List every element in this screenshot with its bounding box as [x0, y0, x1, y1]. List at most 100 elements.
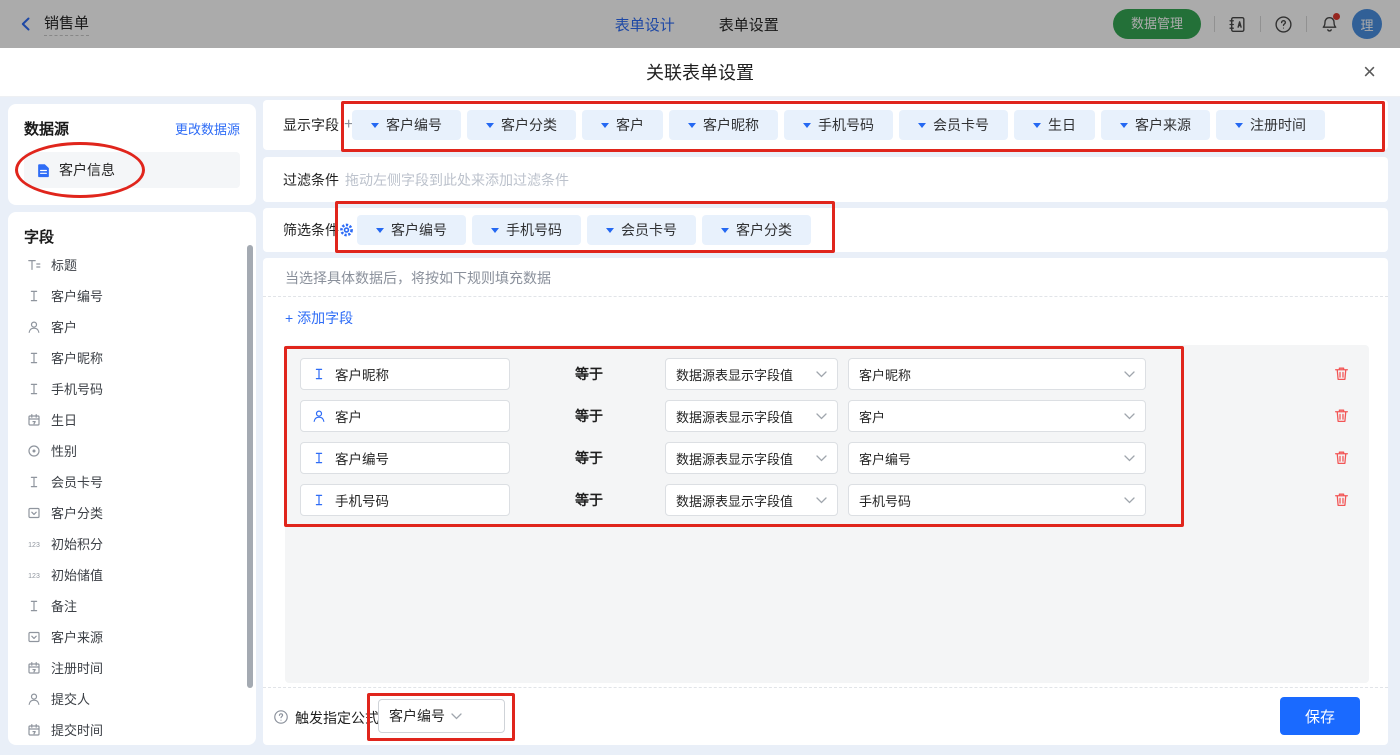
operator-label: 等于 — [575, 358, 635, 390]
field-item-label: 客户来源 — [51, 627, 103, 646]
display-field-chip[interactable]: 生日 — [1014, 110, 1095, 140]
chip-label: 手机号码 — [818, 115, 874, 135]
close-icon[interactable]: × — [1363, 60, 1376, 84]
screen-filter-chip[interactable]: 客户分类 — [702, 215, 811, 245]
delete-row-button[interactable] — [1333, 491, 1350, 508]
screen-filter-chip[interactable]: 手机号码 — [472, 215, 581, 245]
fields-title: 字段 — [24, 226, 256, 247]
field-item-label: 注册时间 — [51, 658, 103, 677]
field-item[interactable]: 性别 — [24, 435, 256, 466]
source-field-value: 客户编号 — [859, 449, 1118, 468]
display-field-chip[interactable]: 会员卡号 — [899, 110, 1008, 140]
display-field-chip[interactable]: 客户分类 — [467, 110, 576, 140]
change-datasource-link[interactable]: 更改数据源 — [175, 119, 240, 138]
fields-card: 字段 标题 客户编号 客户 客户昵称 手机号码 生日 性别 会员卡号 客户分类 … — [8, 212, 256, 745]
chevron-down-icon — [1124, 413, 1135, 420]
source-field-select[interactable]: 客户 — [848, 400, 1146, 432]
delete-row-button[interactable] — [1333, 365, 1350, 382]
operator-label: 等于 — [575, 442, 635, 474]
target-field-box[interactable]: 客户编号 — [300, 442, 510, 474]
filter-dropzone-placeholder[interactable]: 拖动左侧字段到此处来添加过滤条件 — [345, 170, 569, 190]
text-icon — [26, 475, 42, 489]
chip-label: 生日 — [1048, 115, 1076, 135]
modal-header: 关联表单设置 × — [0, 48, 1400, 97]
screen-filter-chips: 客户编号 手机号码 会员卡号 客户分类 — [357, 215, 811, 245]
target-field-box[interactable]: 客户昵称 — [300, 358, 510, 390]
filter-section: 过滤条件 拖动左侧字段到此处来添加过滤条件 — [263, 157, 1388, 202]
field-item[interactable]: 手机号码 — [24, 373, 256, 404]
dropdown-triangle-icon — [1235, 123, 1243, 128]
field-item[interactable]: 备注 — [24, 590, 256, 621]
date-icon — [26, 413, 42, 427]
field-item[interactable]: 123 初始积分 — [24, 528, 256, 559]
source-type-select[interactable]: 数据源表显示字段值 — [665, 484, 838, 516]
field-item[interactable]: 注册时间 — [24, 652, 256, 683]
field-item[interactable]: 标题 — [24, 249, 256, 280]
field-item[interactable]: 生日 — [24, 404, 256, 435]
chip-label: 注册时间 — [1250, 115, 1306, 135]
display-field-chip[interactable]: 注册时间 — [1216, 110, 1325, 140]
field-item[interactable]: 客户来源 — [24, 621, 256, 652]
source-field-value: 手机号码 — [859, 491, 1118, 510]
chevron-down-icon — [816, 455, 827, 462]
target-field-label: 客户 — [335, 406, 362, 426]
display-field-chip[interactable]: 客户编号 — [352, 110, 461, 140]
mapping-rows-panel: 客户昵称 等于 数据源表显示字段值 客户昵称 客户 等于 数据源表显示字段值 客… — [285, 345, 1369, 683]
user-icon — [26, 320, 42, 334]
field-item[interactable]: 会员卡号 — [24, 466, 256, 497]
source-type-value: 数据源表显示字段值 — [676, 365, 810, 384]
target-field-box[interactable]: 手机号码 — [300, 484, 510, 516]
trigger-formula-select[interactable]: 客户编号 — [378, 699, 505, 733]
save-button[interactable]: 保存 — [1280, 697, 1360, 735]
source-type-value: 数据源表显示字段值 — [676, 449, 810, 468]
text-icon — [312, 367, 326, 381]
trigger-formula-value: 客户编号 — [389, 706, 445, 726]
display-field-chip[interactable]: 客户来源 — [1101, 110, 1210, 140]
delete-row-button[interactable] — [1333, 449, 1350, 466]
field-item[interactable]: 客户昵称 — [24, 342, 256, 373]
source-field-select[interactable]: 客户昵称 — [848, 358, 1146, 390]
field-item[interactable]: 123 初始储值 — [24, 559, 256, 590]
field-item[interactable]: 客户编号 — [24, 280, 256, 311]
chevron-down-icon — [1124, 497, 1135, 504]
field-item-label: 提交时间 — [51, 720, 103, 739]
dropdown-triangle-icon — [1033, 123, 1041, 128]
source-type-value: 数据源表显示字段值 — [676, 407, 810, 426]
chip-label: 会员卡号 — [933, 115, 989, 135]
field-item[interactable]: 提交时间 — [24, 714, 256, 745]
delete-row-button[interactable] — [1333, 407, 1350, 424]
field-item-label: 性别 — [51, 441, 77, 460]
scrollbar[interactable] — [247, 245, 253, 688]
mapping-row: 客户昵称 等于 数据源表显示字段值 客户昵称 — [300, 358, 1361, 390]
display-field-chip[interactable]: 客户昵称 — [669, 110, 778, 140]
text-icon — [312, 493, 326, 507]
source-type-select[interactable]: 数据源表显示字段值 — [665, 442, 838, 474]
chip-label: 会员卡号 — [621, 220, 677, 240]
field-item-label: 备注 — [51, 596, 77, 615]
field-item[interactable]: 客户 — [24, 311, 256, 342]
add-field-button[interactable]: + 添加字段 — [285, 308, 353, 328]
help-circle-icon[interactable] — [273, 709, 289, 725]
screen-filter-chip[interactable]: 客户编号 — [357, 215, 466, 245]
target-field-box[interactable]: 客户 — [300, 400, 510, 432]
field-item-label: 初始积分 — [51, 534, 103, 553]
field-item[interactable]: 客户分类 — [24, 497, 256, 528]
source-field-select[interactable]: 客户编号 — [848, 442, 1146, 474]
datasource-item[interactable]: 客户信息 — [24, 152, 240, 188]
mapping-row: 客户编号 等于 数据源表显示字段值 客户编号 — [300, 442, 1361, 474]
dropdown-triangle-icon — [803, 123, 811, 128]
display-field-chip[interactable]: 客户 — [582, 110, 663, 140]
text-icon — [26, 351, 42, 365]
text-icon — [26, 599, 42, 613]
display-field-chip[interactable]: 手机号码 — [784, 110, 893, 140]
chip-label: 手机号码 — [506, 220, 562, 240]
source-field-value: 客户 — [859, 407, 1118, 426]
source-type-select[interactable]: 数据源表显示字段值 — [665, 400, 838, 432]
target-field-label: 客户昵称 — [335, 364, 389, 384]
gear-icon[interactable] — [339, 223, 354, 238]
field-item[interactable]: 提交人 — [24, 683, 256, 714]
source-field-select[interactable]: 手机号码 — [848, 484, 1146, 516]
source-type-select[interactable]: 数据源表显示字段值 — [665, 358, 838, 390]
fill-rules-hint: 当选择具体数据后，将按如下规则填充数据 — [285, 268, 551, 288]
screen-filter-chip[interactable]: 会员卡号 — [587, 215, 696, 245]
